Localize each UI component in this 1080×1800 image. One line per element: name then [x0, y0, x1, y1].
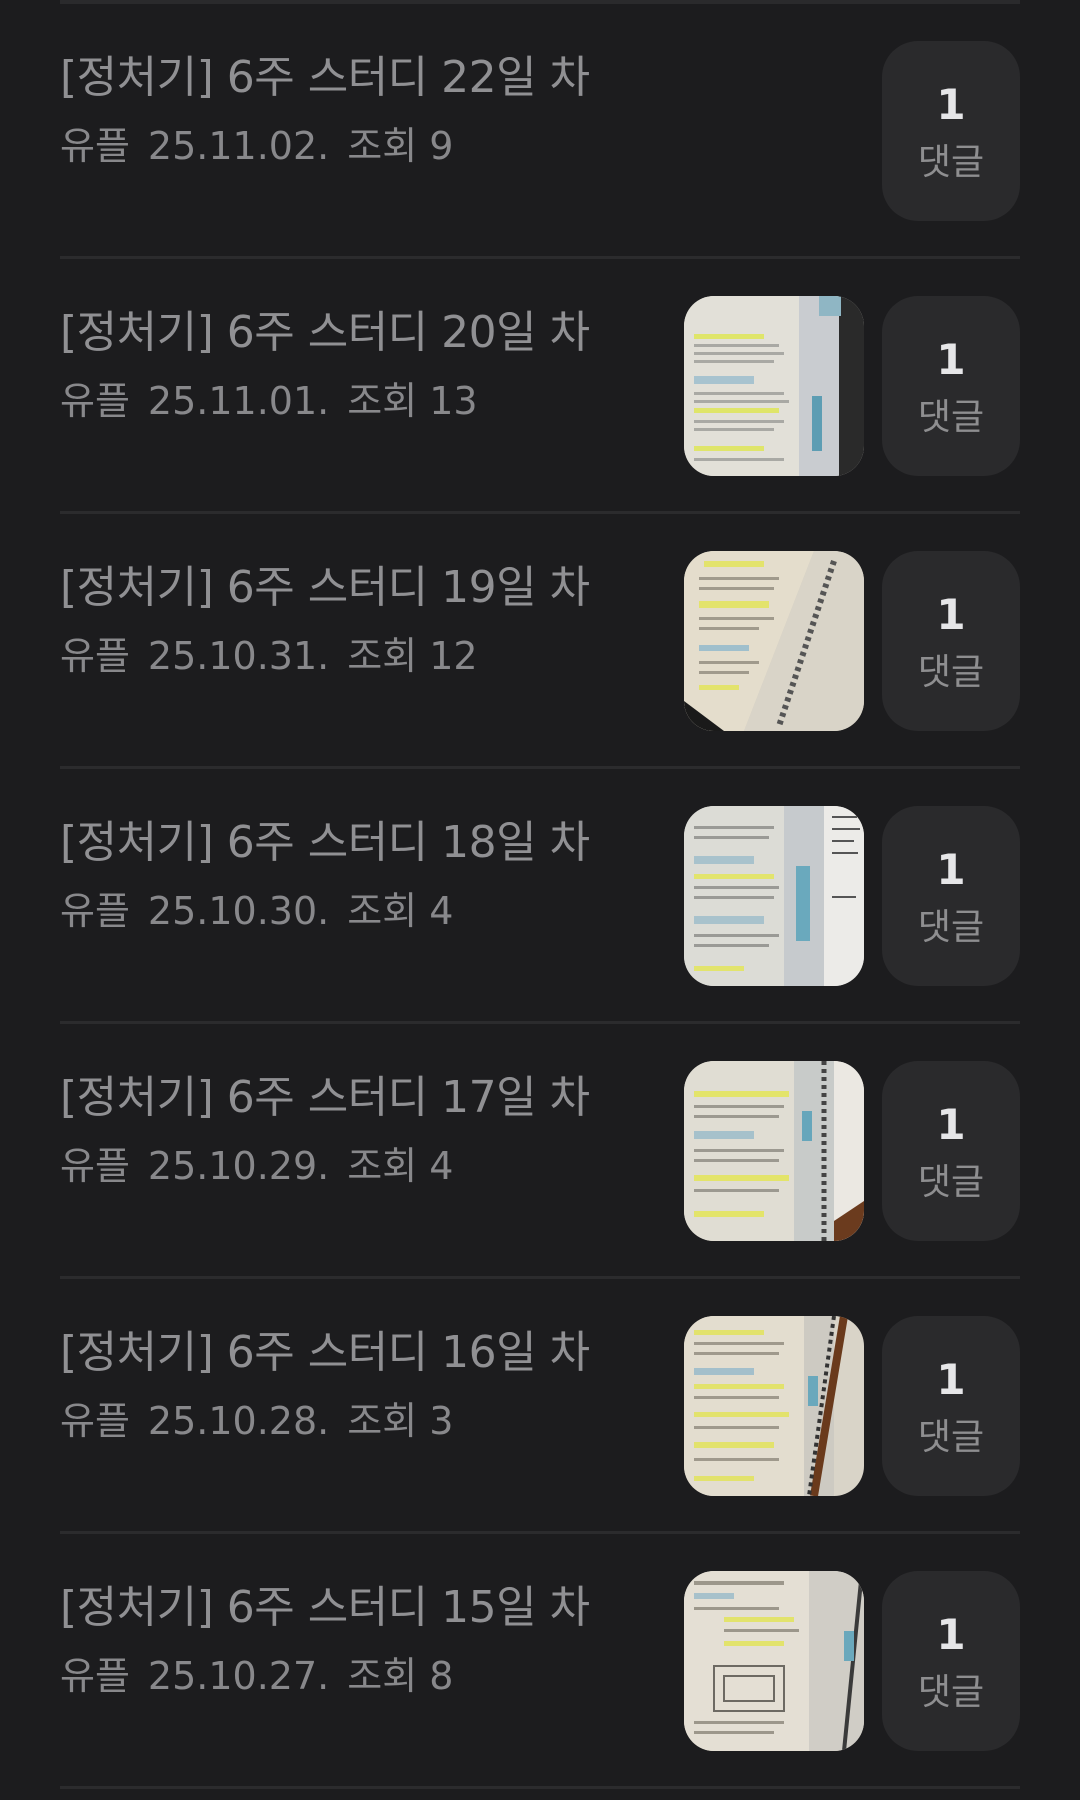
post-meta: 유플 25.10.27. 조회 8	[60, 1652, 471, 1700]
post-author: 유플	[60, 379, 130, 423]
post-author: 유플	[60, 634, 130, 678]
post-author: 유플	[60, 1654, 130, 1698]
post-date: 25.10.30.	[147, 889, 330, 933]
post-author: 유플	[60, 889, 130, 933]
post-date: 25.11.02.	[147, 124, 330, 168]
post-meta: 유플 25.10.31. 조회 12	[60, 632, 496, 680]
comment-count-button[interactable]: 1 댓글	[882, 296, 1020, 476]
post-date: 25.10.28.	[147, 1399, 330, 1443]
comment-label: 댓글	[917, 142, 985, 183]
comment-label: 댓글	[917, 1162, 985, 1203]
comment-count: 1	[936, 1610, 966, 1659]
post-title[interactable]: [정처기] 6주 스터디 16일 차	[60, 1325, 590, 1381]
post-date: 25.10.29.	[147, 1144, 330, 1188]
post-views: 조회 13	[347, 379, 478, 423]
post-meta: 유플 25.10.28. 조회 3	[60, 1397, 471, 1445]
post-item[interactable]: [정처기] 6주 스터디 20일 차 유플 25.11.01. 조회 13 1 …	[0, 259, 1080, 514]
post-thumbnail[interactable]	[684, 296, 864, 476]
post-thumbnail[interactable]	[684, 1316, 864, 1496]
comment-label: 댓글	[917, 907, 985, 948]
post-item[interactable]: [정처기] 6주 스터디 15일 차 유플 25.10.27. 조회 8 1 댓…	[0, 1534, 1080, 1789]
post-item[interactable]: [정처기] 6주 스터디 16일 차 유플 25.10.28. 조회 3 1 댓…	[0, 1279, 1080, 1534]
post-list: [정처기] 6주 스터디 22일 차 유플 25.11.02. 조회 9 1 댓글 …	[0, 4, 1080, 1789]
post-views: 조회 4	[347, 889, 454, 933]
post-title[interactable]: [정처기] 6주 스터디 22일 차	[60, 50, 590, 106]
comment-count: 1	[936, 1355, 966, 1404]
post-title[interactable]: [정처기] 6주 스터디 15일 차	[60, 1580, 590, 1636]
comment-count-button[interactable]: 1 댓글	[882, 551, 1020, 731]
post-item[interactable]: [정처기] 6주 스터디 17일 차 유플 25.10.29. 조회 4 1 댓…	[0, 1024, 1080, 1279]
post-meta: 유플 25.11.02. 조회 9	[60, 122, 471, 170]
post-views: 조회 8	[347, 1654, 454, 1698]
post-title[interactable]: [정처기] 6주 스터디 18일 차	[60, 815, 590, 871]
post-title[interactable]: [정처기] 6주 스터디 17일 차	[60, 1070, 590, 1126]
post-views: 조회 9	[347, 124, 454, 168]
post-title[interactable]: [정처기] 6주 스터디 20일 차	[60, 305, 590, 361]
comment-count: 1	[936, 80, 966, 129]
post-item[interactable]: [정처기] 6주 스터디 19일 차 유플 25.10.31. 조회 12 1 …	[0, 514, 1080, 769]
post-date: 25.11.01.	[147, 379, 330, 423]
comment-label: 댓글	[917, 1672, 985, 1713]
post-thumbnail[interactable]	[684, 806, 864, 986]
post-title[interactable]: [정처기] 6주 스터디 19일 차	[60, 560, 590, 616]
comment-count-button[interactable]: 1 댓글	[882, 1571, 1020, 1751]
post-date: 25.10.31.	[147, 634, 330, 678]
comment-count: 1	[936, 590, 966, 639]
post-author: 유플	[60, 124, 130, 168]
post-views: 조회 3	[347, 1399, 454, 1443]
post-meta: 유플 25.11.01. 조회 13	[60, 377, 496, 425]
post-views: 조회 4	[347, 1144, 454, 1188]
comment-label: 댓글	[917, 652, 985, 693]
post-meta: 유플 25.10.30. 조회 4	[60, 887, 471, 935]
post-author: 유플	[60, 1144, 130, 1188]
comment-count-button[interactable]: 1 댓글	[882, 806, 1020, 986]
post-item[interactable]: [정처기] 6주 스터디 18일 차 유플 25.10.30. 조회 4 1 댓…	[0, 769, 1080, 1024]
comment-count-button[interactable]: 1 댓글	[882, 1316, 1020, 1496]
post-author: 유플	[60, 1399, 130, 1443]
comment-count: 1	[936, 1100, 966, 1149]
comment-label: 댓글	[917, 397, 985, 438]
post-meta: 유플 25.10.29. 조회 4	[60, 1142, 471, 1190]
comment-count: 1	[936, 335, 966, 384]
post-date: 25.10.27.	[147, 1654, 330, 1698]
comment-count-button[interactable]: 1 댓글	[882, 1061, 1020, 1241]
post-thumbnail[interactable]	[684, 551, 864, 731]
post-thumbnail[interactable]	[684, 1061, 864, 1241]
comment-count-button[interactable]: 1 댓글	[882, 41, 1020, 221]
comment-count: 1	[936, 845, 966, 894]
post-thumbnail[interactable]	[684, 1571, 864, 1751]
post-views: 조회 12	[347, 634, 478, 678]
comment-label: 댓글	[917, 1417, 985, 1458]
post-item[interactable]: [정처기] 6주 스터디 22일 차 유플 25.11.02. 조회 9 1 댓글	[0, 4, 1080, 259]
